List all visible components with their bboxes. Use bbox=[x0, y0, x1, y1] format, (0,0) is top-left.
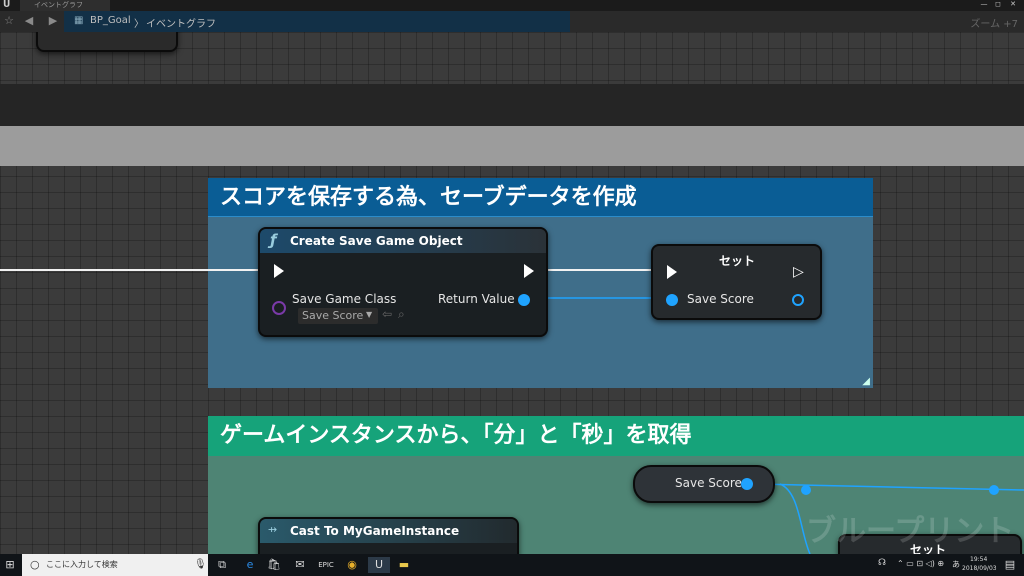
store-icon[interactable]: 🛍 bbox=[266, 557, 282, 573]
breadcrumb-separator: 〉 bbox=[134, 19, 144, 30]
people-icon[interactable]: ☊ bbox=[878, 558, 886, 568]
reroute-node-2[interactable] bbox=[989, 485, 999, 495]
tray-icons[interactable]: ⌃ ▭ ⊡ ◁) ⊕ bbox=[897, 559, 944, 568]
search-circle-icon: ○ bbox=[30, 558, 40, 571]
use-selected-arrow-icon[interactable]: ⇦ bbox=[382, 307, 392, 321]
return-value-pin[interactable] bbox=[518, 294, 530, 306]
file-explorer-icon[interactable]: ▬ bbox=[396, 557, 412, 573]
cast-arrow-icon: ⇸ bbox=[268, 523, 278, 536]
save-score-getter-pin[interactable] bbox=[741, 478, 753, 490]
close-button[interactable]: ✕ bbox=[1007, 0, 1019, 9]
tab-title: イベントグラフ bbox=[34, 1, 83, 9]
set-exec-in-pin[interactable] bbox=[667, 265, 677, 279]
save-score-getter-node[interactable]: Save Score bbox=[633, 465, 775, 503]
data-wire-save-score bbox=[755, 483, 1024, 491]
cast-node-title: Cast To MyGameInstance bbox=[290, 524, 460, 538]
function-icon: ƒ bbox=[270, 231, 277, 249]
editor-tab[interactable]: イベントグラフ bbox=[20, 0, 110, 11]
chevron-down-icon: ▼ bbox=[366, 310, 373, 319]
save-game-class-label: Save Game Class bbox=[292, 292, 397, 306]
set-save-score-label: Save Score bbox=[687, 292, 754, 306]
return-value-label: Return Value bbox=[438, 292, 515, 306]
breadcrumb-blueprint[interactable]: BP_Goal bbox=[90, 15, 131, 26]
epic-launcher-icon[interactable]: EPIC bbox=[318, 557, 334, 573]
exec-in-pin[interactable] bbox=[274, 264, 284, 278]
unreal-logo-icon: ᑌ bbox=[3, 0, 11, 10]
clock-date[interactable]: 2018/09/03 bbox=[962, 565, 997, 572]
maximize-button[interactable]: ◻ bbox=[992, 0, 1004, 9]
back-arrow-icon[interactable]: ◀ bbox=[22, 14, 36, 28]
clock-time[interactable]: 19:54 bbox=[970, 556, 987, 563]
task-view-icon[interactable]: ⧉ bbox=[214, 557, 230, 573]
save-game-class-dropdown[interactable]: Save Score ▼ bbox=[298, 308, 378, 324]
save-score-getter-label: Save Score bbox=[675, 476, 742, 490]
windows-start-icon[interactable]: ⊞ bbox=[2, 557, 18, 573]
taskbar: ⊞ ○ ここに入力して検索 🎙 ⧉ e 🛍 ✉ EPIC ◉ ᑌ ▬ ☊ ⌃ ▭… bbox=[0, 554, 1024, 576]
edge-icon[interactable]: e bbox=[242, 557, 258, 573]
set-save-score-in-pin[interactable] bbox=[666, 294, 678, 306]
set-save-score-out-pin[interactable] bbox=[792, 294, 804, 306]
chrome-icon[interactable]: ◉ bbox=[344, 557, 360, 573]
set-node[interactable]: セット ▷ Save Score bbox=[651, 244, 822, 320]
zoom-level: ズーム +7 bbox=[970, 19, 1018, 30]
breadcrumb: ☆ ◀ ▶ ▦ BP_Goal 〉 イベントグラフ ズーム +7 bbox=[0, 11, 1024, 32]
blueprint-watermark: ブループリント bbox=[806, 514, 1015, 549]
class-pin[interactable] bbox=[272, 301, 286, 315]
unreal-editor-taskbar-icon[interactable]: ᑌ bbox=[368, 557, 390, 573]
minimize-button[interactable]: — bbox=[978, 0, 990, 9]
mail-icon[interactable]: ✉ bbox=[292, 557, 308, 573]
create-save-game-node[interactable]: ƒ Create Save Game Object Save Game Clas… bbox=[258, 227, 548, 337]
set-exec-out-pin[interactable]: ▷ bbox=[793, 264, 804, 280]
taskbar-search-box[interactable]: ○ ここに入力して検索 🎙 bbox=[22, 554, 208, 576]
blueprint-icon: ▦ bbox=[74, 15, 84, 26]
ime-indicator[interactable]: あ bbox=[952, 559, 960, 570]
breadcrumb-graph[interactable]: イベントグラフ bbox=[146, 15, 216, 30]
create-node-title: Create Save Game Object bbox=[290, 234, 463, 248]
exec-out-pin[interactable] bbox=[524, 264, 534, 278]
microphone-icon[interactable]: 🎙 bbox=[194, 554, 207, 576]
browse-search-icon[interactable]: ⌕ bbox=[398, 307, 405, 322]
dropdown-value: Save Score bbox=[302, 309, 364, 322]
graph-canvas[interactable]: スコアを保存する為、セーブデータを作成 ◢ ゲームインスタンスから、「分」と「秒… bbox=[0, 32, 1024, 554]
star-icon[interactable]: ☆ bbox=[2, 14, 16, 28]
cast-node[interactable]: ⇸ Cast To MyGameInstance bbox=[258, 517, 519, 554]
set-node-title: セット bbox=[719, 254, 756, 268]
search-placeholder: ここに入力して検索 bbox=[46, 560, 118, 569]
title-bar: ᑌ イベントグラフ — ◻ ✕ bbox=[0, 0, 1024, 11]
notification-icon[interactable]: ▤ bbox=[1002, 557, 1018, 573]
forward-arrow-icon[interactable]: ▶ bbox=[46, 14, 60, 28]
reroute-node-1[interactable] bbox=[801, 485, 811, 495]
